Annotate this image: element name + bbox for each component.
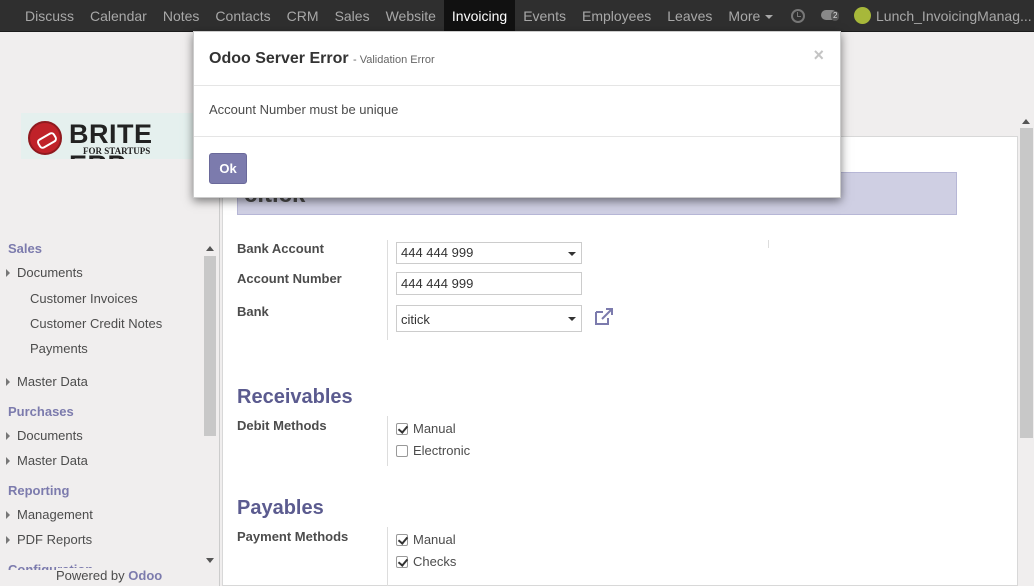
dialog-title: Odoo Server Error bbox=[209, 50, 349, 67]
messages-icon[interactable]: 2 bbox=[821, 9, 843, 23]
activity-clock-icon[interactable] bbox=[791, 8, 805, 23]
dialog-header: Odoo Server Error - Validation Error × bbox=[194, 32, 840, 86]
top-navbar: Discuss Calendar Notes Contacts CRM Sale… bbox=[0, 0, 1034, 32]
dialog-subtitle: - Validation Error bbox=[353, 54, 435, 66]
dialog-message: Account Number must be unique bbox=[209, 102, 399, 117]
avatar[interactable] bbox=[854, 7, 871, 24]
menu-contacts[interactable]: Contacts bbox=[207, 0, 278, 31]
menu-invoicing[interactable]: Invoicing bbox=[443, 0, 516, 31]
menu-leaves[interactable]: Leaves bbox=[659, 0, 720, 31]
menu-more[interactable]: More bbox=[720, 0, 781, 31]
menu-notes[interactable]: Notes bbox=[155, 0, 208, 31]
systray: 2 Lunch_InvoicingManag... bbox=[791, 0, 1034, 31]
caret-down-icon bbox=[765, 15, 774, 20]
menu-crm[interactable]: CRM bbox=[279, 0, 327, 31]
menu-more-label: More bbox=[728, 8, 761, 24]
menu-discuss[interactable]: Discuss bbox=[17, 0, 82, 31]
ok-button[interactable]: Ok bbox=[209, 153, 247, 184]
menu-calendar[interactable]: Calendar bbox=[82, 0, 155, 31]
close-icon[interactable]: × bbox=[813, 46, 824, 64]
menu-employees[interactable]: Employees bbox=[574, 0, 659, 31]
message-count-badge: 2 bbox=[831, 10, 840, 21]
server-error-dialog: Odoo Server Error - Validation Error × A… bbox=[193, 31, 841, 198]
dialog-footer: Ok bbox=[194, 136, 840, 199]
menu-events[interactable]: Events bbox=[515, 0, 574, 31]
menu-website[interactable]: Website bbox=[378, 0, 444, 31]
user-menu[interactable]: Lunch_InvoicingManag... bbox=[876, 8, 1034, 24]
app-menu: Discuss Calendar Notes Contacts CRM Sale… bbox=[17, 0, 781, 31]
menu-sales[interactable]: Sales bbox=[327, 0, 378, 31]
